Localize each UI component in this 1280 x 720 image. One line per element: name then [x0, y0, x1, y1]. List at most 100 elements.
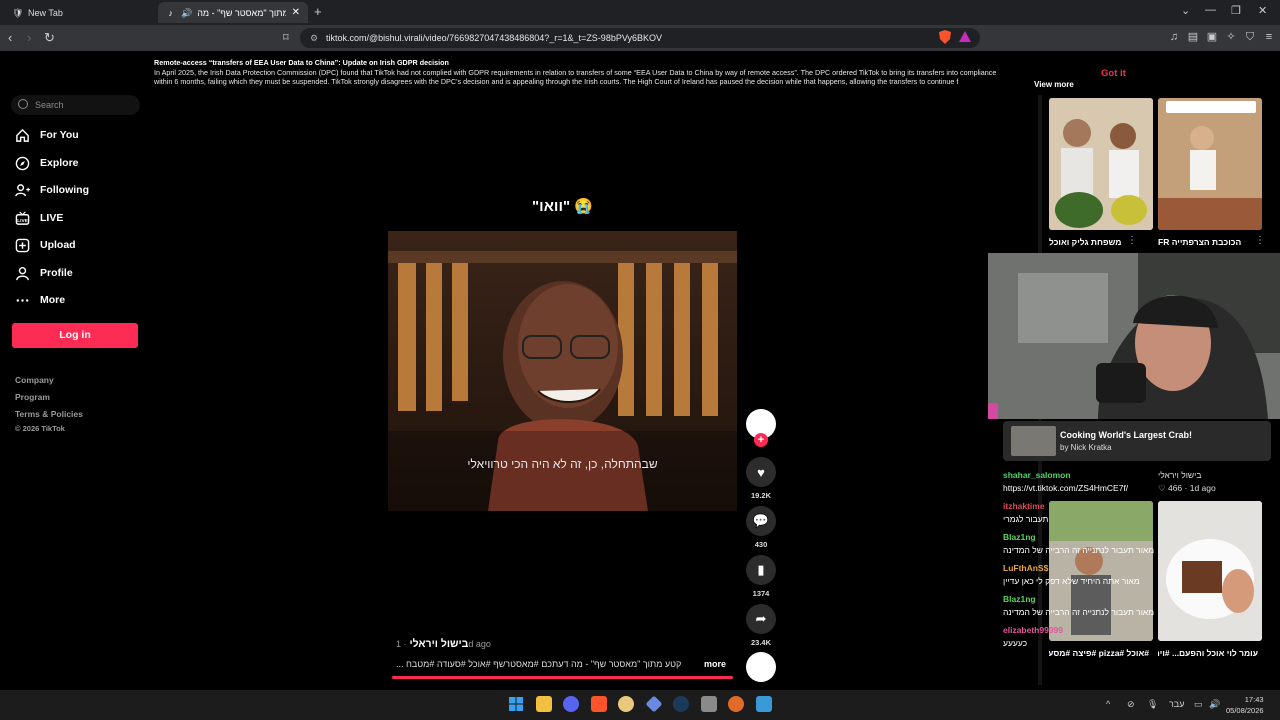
clock-time: 17:43: [1244, 695, 1264, 704]
volume-icon[interactable]: 🔊: [1209, 699, 1220, 710]
sidebar-item-profile[interactable]: Profile: [15, 264, 73, 282]
got-it-button[interactable]: Got it: [1101, 68, 1126, 79]
chat-username: elizabeth99999: [1003, 625, 1064, 635]
related-author[interactable]: בישול ויראלי: [1158, 470, 1201, 480]
author-line: בישול ויראלי · 1d ago: [396, 638, 491, 650]
site-settings-icon[interactable]: ⚙: [310, 28, 318, 48]
display-icon[interactable]: ▭: [1194, 699, 1203, 710]
chat-message: תעבור לגמרי: [1003, 514, 1049, 524]
thumbnail-image: [1158, 98, 1262, 230]
app-icon[interactable]: [618, 696, 634, 712]
tab-new-tab[interactable]: 🛡 New Tab: [4, 2, 154, 23]
back-icon[interactable]: ‹: [8, 30, 12, 46]
more-options-icon[interactable]: ⋮: [1127, 235, 1137, 246]
streamer-webcam: [988, 253, 1280, 419]
login-button[interactable]: Log in: [12, 323, 138, 348]
comment-icon[interactable]: 💬: [746, 506, 776, 536]
app-icon[interactable]: [645, 695, 663, 713]
media-icon[interactable]: ♫: [1168, 31, 1180, 43]
speaker-icon[interactable]: 🔊: [181, 8, 192, 18]
sidebar-item-label: More: [40, 294, 66, 306]
related-title[interactable]: עומר לוי אוכל והפעם... #ויראלי #אוכל: [1158, 648, 1258, 658]
now-playing-card[interactable]: Cooking World's Largest Crab! by Nick Kr…: [1003, 421, 1271, 461]
now-playing-artist: by Nick Kratka: [1060, 443, 1112, 452]
wallet-icon[interactable]: ▣: [1206, 31, 1218, 43]
search-input[interactable]: Search: [11, 95, 140, 115]
sidebar-item-label: Upload: [40, 239, 76, 251]
brave-browser-icon[interactable]: [591, 696, 607, 712]
comment-action[interactable]: 💬 430: [746, 506, 776, 549]
brave-shields-icon[interactable]: [938, 29, 952, 45]
sidebar-item-following[interactable]: Following: [15, 181, 89, 199]
maximize-button[interactable]: ❐: [1231, 4, 1241, 17]
video-caption: "וואו" 😭: [532, 198, 593, 215]
address-bar[interactable]: ⚙ tiktok.com/@bishul.virali/video/766982…: [300, 28, 980, 48]
tab-list-icon[interactable]: ⌄: [1181, 4, 1190, 17]
notice-body-line1: In April 2025, the Irish Data Protection…: [154, 68, 997, 78]
bookmark-icon[interactable]: ⌑: [283, 30, 289, 46]
windows-start-icon[interactable]: [508, 696, 524, 712]
video-player[interactable]: שבהתחלה, כן, זה לא היה הכי טרוויאלי: [388, 231, 737, 511]
following-icon: [15, 183, 30, 196]
heart-icon[interactable]: ♥: [746, 457, 776, 487]
close-icon[interactable]: ✕: [292, 7, 300, 18]
discord-icon[interactable]: [563, 696, 579, 712]
clock[interactable]: 17:43 05/08/2026: [1226, 694, 1264, 716]
related-video-thumb[interactable]: [1158, 501, 1262, 641]
webcam-image: [988, 253, 1280, 419]
app-icon[interactable]: [728, 696, 744, 712]
like-action[interactable]: ♥ 19.2K: [746, 457, 776, 500]
sidebar-item-upload[interactable]: Upload: [15, 236, 76, 254]
sidebar-item-more[interactable]: More: [15, 291, 65, 309]
sidebar-item-live[interactable]: LIVE LIVE: [15, 209, 63, 227]
language-indicator[interactable]: עבר: [1169, 699, 1184, 709]
sidebar-item-explore[interactable]: Explore: [15, 154, 79, 172]
related-video-thumb[interactable]: [1049, 98, 1153, 230]
author-name[interactable]: בישול ויראלי: [409, 638, 468, 650]
upload-icon: [15, 238, 30, 252]
tray-chevron-icon[interactable]: ^: [1106, 699, 1110, 709]
follow-plus-button[interactable]: +: [754, 433, 768, 447]
network-icon[interactable]: ⊘: [1127, 699, 1135, 710]
vpn-icon[interactable]: ⛉: [1244, 31, 1256, 43]
clock-date: 05/08/2026: [1226, 706, 1264, 715]
steam-icon[interactable]: [673, 696, 689, 712]
app-icon[interactable]: [701, 696, 717, 712]
footer-link-program[interactable]: Program: [15, 392, 50, 402]
music-disc-avatar[interactable]: [746, 652, 776, 682]
share-icon[interactable]: ➦: [746, 604, 776, 634]
reload-icon[interactable]: ↻: [44, 30, 55, 46]
related-video-thumb[interactable]: [1158, 98, 1262, 230]
more-options-icon[interactable]: ⋮: [1255, 235, 1265, 246]
tab-label: New Tab: [28, 7, 63, 18]
video-subtitle: שבהתחלה, כן, זה לא היה הכי טרוויאלי: [467, 457, 658, 471]
forward-icon[interactable]: ›: [27, 30, 31, 46]
microphone-icon[interactable]: 🎙: [1147, 699, 1158, 710]
minimize-button[interactable]: —: [1205, 4, 1216, 16]
footer-link-company[interactable]: Company: [15, 375, 54, 385]
brave-rewards-icon[interactable]: [958, 29, 972, 45]
related-title[interactable]: #אוכל #pizza #פיצה #מסעדה #פורו: [1049, 648, 1149, 658]
tab-tiktok[interactable]: ♪ 🔊 קטע מתוך "מאסטר שף" - מה ✕: [158, 2, 308, 23]
sidebar-item-for-you[interactable]: For You: [15, 126, 79, 144]
now-playing-title: Cooking World's Largest Crab!: [1060, 430, 1192, 440]
save-action[interactable]: ▮ 1374: [746, 555, 776, 598]
bookmark-icon[interactable]: ▮: [746, 555, 776, 585]
view-more-link[interactable]: View more: [1034, 80, 1074, 89]
related-video-thumb[interactable]: [1049, 501, 1153, 641]
menu-icon[interactable]: ≡: [1263, 31, 1275, 43]
more-dots-icon: [16, 298, 29, 302]
chat-username: LuFthAnS$: [1003, 563, 1049, 573]
related-title[interactable]: הכוכבת הצרפתייה FR: [1158, 237, 1253, 247]
video-progress-bar[interactable]: [392, 676, 733, 679]
more-link[interactable]: more: [704, 659, 726, 669]
new-tab-button[interactable]: +: [314, 4, 322, 19]
window-close-button[interactable]: ✕: [1258, 4, 1267, 17]
sidebar-icon[interactable]: ▤: [1187, 31, 1199, 43]
save-count: 1374: [752, 589, 770, 598]
file-explorer-icon[interactable]: [536, 696, 552, 712]
app-icon[interactable]: [756, 696, 772, 712]
leo-icon[interactable]: ✧: [1225, 31, 1237, 43]
footer-link-terms[interactable]: Terms & Policies: [15, 409, 83, 419]
share-action[interactable]: ➦ 23.4K: [746, 604, 776, 647]
